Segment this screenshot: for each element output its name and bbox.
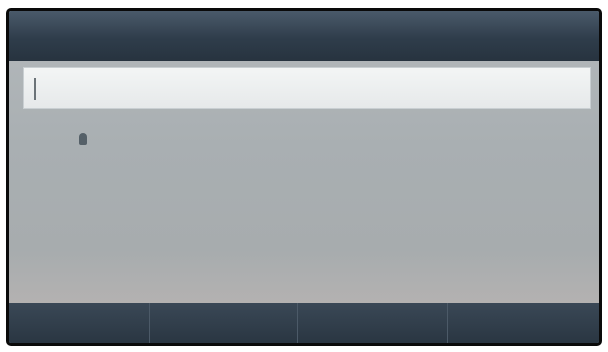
title-bar xyxy=(9,11,599,61)
softkey-4[interactable] xyxy=(447,303,599,343)
softkey-bar xyxy=(9,303,599,343)
contact-icon xyxy=(79,133,87,145)
softkey-2[interactable] xyxy=(149,303,297,343)
search-input[interactable] xyxy=(23,67,591,109)
result-list-item[interactable] xyxy=(23,119,591,173)
softkey-3[interactable] xyxy=(297,303,447,343)
text-cursor xyxy=(34,78,36,100)
softkey-1[interactable] xyxy=(9,303,149,343)
phone-screen xyxy=(6,8,602,346)
